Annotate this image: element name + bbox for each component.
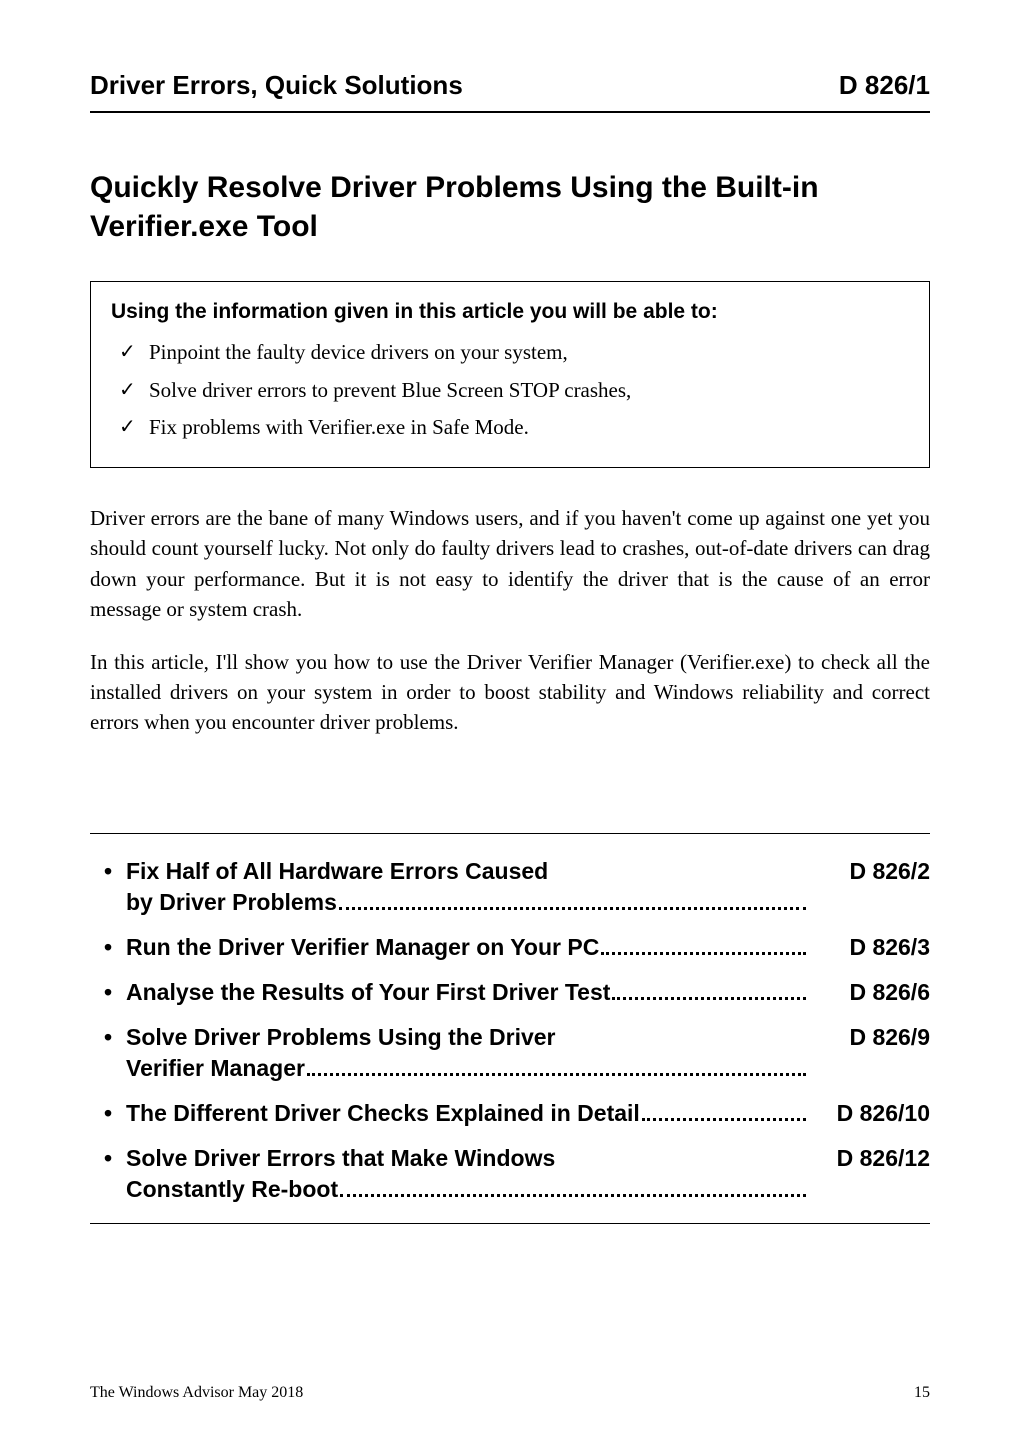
bullet-icon: • xyxy=(90,932,126,963)
toc-page: D 826/2 xyxy=(810,856,930,887)
toc-label-line1: Solve Driver Problems Using the Driver xyxy=(126,1022,810,1053)
checklist: ✓ Pinpoint the faulty device drivers on y… xyxy=(111,336,909,445)
toc-dots xyxy=(642,1118,806,1121)
toc-label-line2: Constantly Re-boot xyxy=(126,1174,338,1205)
toc-entry: • Solve Driver Errors that Make Windows … xyxy=(90,1143,930,1205)
page-footer: The Windows Advisor May 2018 15 xyxy=(90,1384,930,1402)
body-paragraph: In this article, I'll show you how to us… xyxy=(90,647,930,738)
checklist-text: Solve driver errors to prevent Blue Scre… xyxy=(149,378,631,402)
toc-entry: • Analyse the Results of Your First Driv… xyxy=(90,977,930,1008)
checklist-text: Fix problems with Verifier.exe in Safe M… xyxy=(149,415,529,439)
header-page-code: D 826/1 xyxy=(839,70,930,101)
toc-text: The Different Driver Checks Explained in… xyxy=(126,1098,810,1129)
toc-dots xyxy=(601,952,806,955)
toc-text: Solve Driver Problems Using the Driver V… xyxy=(126,1022,810,1084)
toc-dots xyxy=(307,1073,806,1076)
bullet-icon: • xyxy=(90,1022,126,1053)
toc-dots xyxy=(340,1194,806,1197)
toc-page: D 826/10 xyxy=(810,1098,930,1129)
toc-page: D 826/6 xyxy=(810,977,930,1008)
checklist-text: Pinpoint the faulty device drivers on yo… xyxy=(149,340,568,364)
body-paragraph: Driver errors are the bane of many Windo… xyxy=(90,503,930,625)
toc-label-line1: Run the Driver Verifier Manager on Your … xyxy=(126,932,599,963)
toc-label-line2: by Driver Problems xyxy=(126,887,337,918)
check-icon: ✓ xyxy=(119,411,136,443)
toc-text: Analyse the Results of Your First Driver… xyxy=(126,977,810,1008)
toc-page: D 826/3 xyxy=(810,932,930,963)
checklist-item: ✓ Pinpoint the faulty device drivers on y… xyxy=(111,336,909,370)
header-title: Driver Errors, Quick Solutions xyxy=(90,70,463,101)
check-icon: ✓ xyxy=(119,336,136,368)
toc-text: Fix Half of All Hardware Errors Caused b… xyxy=(126,856,810,918)
toc-text: Run the Driver Verifier Manager on Your … xyxy=(126,932,810,963)
toc-entry: • The Different Driver Checks Explained … xyxy=(90,1098,930,1129)
footer-page-number: 15 xyxy=(914,1384,930,1402)
bullet-icon: • xyxy=(90,1098,126,1129)
toc-text: Solve Driver Errors that Make Windows Co… xyxy=(126,1143,810,1205)
toc-label-line1: Fix Half of All Hardware Errors Caused xyxy=(126,856,810,887)
toc-label-line2: Verifier Manager xyxy=(126,1053,305,1084)
bullet-icon: • xyxy=(90,977,126,1008)
bullet-icon: • xyxy=(90,856,126,887)
info-box: Using the information given in this arti… xyxy=(90,281,930,468)
toc-dots xyxy=(339,907,806,910)
checklist-item: ✓ Solve driver errors to prevent Blue Scr… xyxy=(111,374,909,408)
toc-label-line1: Solve Driver Errors that Make Windows xyxy=(126,1143,810,1174)
footer-publication: The Windows Advisor May 2018 xyxy=(90,1384,303,1402)
toc-page: D 826/12 xyxy=(810,1143,930,1174)
check-icon: ✓ xyxy=(119,374,136,406)
page-header: Driver Errors, Quick Solutions D 826/1 xyxy=(90,70,930,113)
checklist-item: ✓ Fix problems with Verifier.exe in Safe … xyxy=(111,411,909,445)
toc-label-line1: The Different Driver Checks Explained in… xyxy=(126,1098,640,1129)
table-of-contents: • Fix Half of All Hardware Errors Caused… xyxy=(90,833,930,1224)
toc-entry: • Solve Driver Problems Using the Driver… xyxy=(90,1022,930,1084)
toc-dots xyxy=(612,997,806,1000)
bullet-icon: • xyxy=(90,1143,126,1174)
toc-label-line1: Analyse the Results of Your First Driver… xyxy=(126,977,610,1008)
toc-page: D 826/9 xyxy=(810,1022,930,1053)
toc-entry: • Run the Driver Verifier Manager on You… xyxy=(90,932,930,963)
article-title: Quickly Resolve Driver Problems Using th… xyxy=(90,168,930,246)
info-box-heading: Using the information given in this arti… xyxy=(111,300,909,324)
toc-entry: • Fix Half of All Hardware Errors Caused… xyxy=(90,856,930,918)
